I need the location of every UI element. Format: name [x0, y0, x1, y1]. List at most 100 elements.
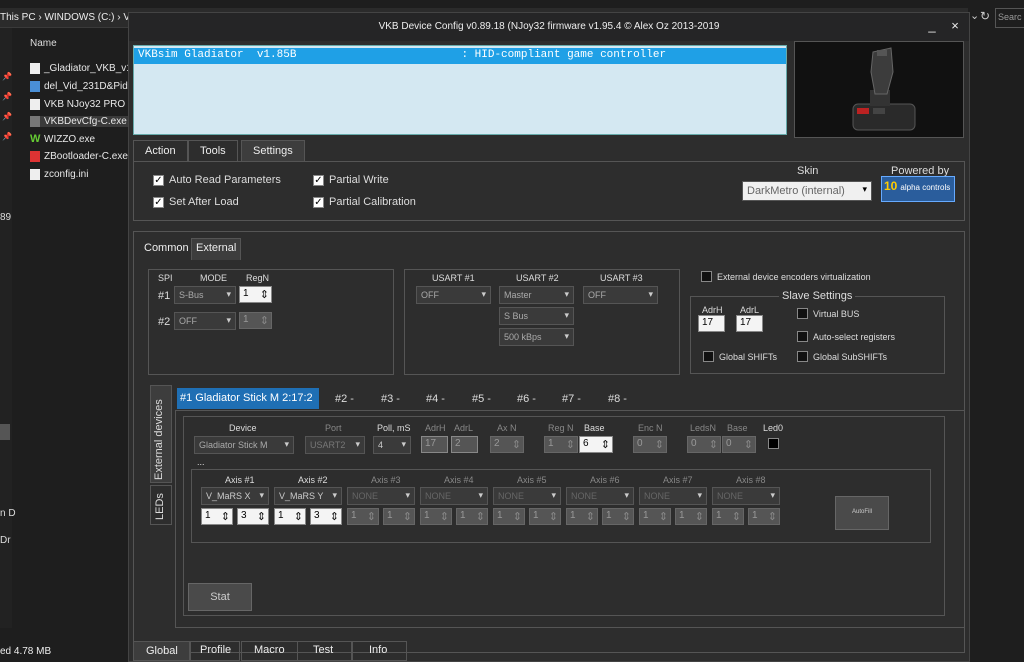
virtual-bus-checkbox[interactable]: Virtual BUS — [797, 308, 859, 319]
device-adrl-input[interactable]: 2 — [451, 436, 478, 453]
tab-action[interactable]: Action — [133, 140, 188, 162]
axis-spinner[interactable]: 1 — [748, 508, 780, 525]
axis-spinner[interactable]: 1 — [420, 508, 452, 525]
checkbox-unchecked[interactable] — [797, 351, 808, 362]
led0-checkbox[interactable] — [768, 438, 779, 449]
axis-spinner[interactable]: 1 — [201, 508, 233, 525]
partial-write-checkbox[interactable]: ✓ Partial Write — [313, 174, 389, 186]
device-tab-7[interactable]: #7 - — [562, 393, 581, 405]
axis-dropdown[interactable]: NONE — [639, 487, 707, 505]
usart3-dropdown[interactable]: OFF — [583, 286, 658, 304]
checkbox-unchecked[interactable] — [797, 331, 808, 342]
usart2-bus-dropdown[interactable]: S Bus — [499, 307, 574, 325]
axn-spinner[interactable]: 2 — [490, 436, 524, 453]
axis-spinner[interactable]: 1 — [456, 508, 488, 525]
ext-virtualization-checkbox[interactable]: External device encoders virtualization — [701, 271, 871, 282]
axis-spinner[interactable]: 3 — [310, 508, 342, 525]
file-item[interactable]: VKB NJoy32 PRO p — [30, 99, 130, 110]
minimize-button[interactable]: _ — [921, 17, 943, 35]
checkbox-unchecked[interactable] — [797, 308, 808, 319]
set-after-load-checkbox[interactable]: ✓ Set After Load — [153, 196, 239, 208]
device-adrh-input[interactable]: 17 — [421, 436, 448, 453]
axis-dropdown[interactable]: NONE — [712, 487, 780, 505]
axis-dropdown[interactable]: NONE — [566, 487, 634, 505]
column-header-name[interactable]: Name — [30, 38, 57, 49]
subtab-common[interactable]: Common — [140, 239, 193, 261]
global-shifts-checkbox[interactable]: Global SHIFTs — [703, 351, 777, 362]
device-tab-6[interactable]: #6 - — [517, 393, 536, 405]
axis-dropdown[interactable]: V_MaRS Y — [274, 487, 342, 505]
spi2-mode-dropdown[interactable]: OFF — [174, 312, 236, 330]
spi1-regn-spinner[interactable]: 1 — [239, 286, 272, 303]
axis-dropdown[interactable]: NONE — [420, 487, 488, 505]
side-tab-external-devices[interactable]: External devices — [150, 385, 172, 483]
bottom-tab-info[interactable]: Info — [352, 641, 407, 661]
checkbox-unchecked[interactable] — [703, 351, 714, 362]
tab-settings[interactable]: Settings — [241, 140, 305, 162]
file-item[interactable]: del_Vid_231D&Pid — [30, 81, 130, 92]
base2-spinner[interactable]: 0 — [722, 436, 756, 453]
skin-dropdown[interactable]: DarkMetro (internal) — [742, 181, 872, 201]
bottom-tab-profile[interactable]: Profile — [190, 641, 240, 661]
device-list[interactable]: VKBsim Gladiator v1.85B : HID-compliant … — [133, 45, 787, 135]
bottom-tab-global[interactable]: Global — [133, 641, 190, 661]
stat-button[interactable]: Stat — [188, 583, 252, 611]
partial-calibration-checkbox[interactable]: ✓ Partial Calibration — [313, 196, 416, 208]
axis-spinner[interactable]: 1 — [383, 508, 415, 525]
spi2-regn-spinner[interactable]: 1 — [239, 312, 272, 329]
axis-spinner[interactable]: 1 — [566, 508, 598, 525]
usart2-speed-dropdown[interactable]: 500 kBps — [499, 328, 574, 346]
checkbox-checked[interactable]: ✓ — [153, 174, 164, 186]
spi1-mode-dropdown[interactable]: S-Bus — [174, 286, 236, 304]
axis-dropdown[interactable]: NONE — [493, 487, 561, 505]
device-tab-8[interactable]: #8 - — [608, 393, 627, 405]
device-tab-3[interactable]: #3 - — [381, 393, 400, 405]
checkbox-checked[interactable]: ✓ — [313, 196, 324, 208]
regn-spinner[interactable]: 1 — [544, 436, 578, 453]
file-item[interactable]: zconfig.ini — [30, 169, 130, 180]
file-item[interactable]: ZBootloader-C.exe — [30, 151, 130, 162]
encn-spinner[interactable]: 0 — [633, 436, 667, 453]
device-tab-4[interactable]: #4 - — [426, 393, 445, 405]
bottom-tab-test[interactable]: Test — [297, 641, 352, 661]
search-input[interactable]: Searc — [995, 8, 1024, 28]
checkbox-checked[interactable]: ✓ — [313, 174, 324, 186]
side-tab-leds[interactable]: LEDs — [150, 485, 172, 525]
file-item-selected[interactable]: VKBDevCfg-C.exe — [30, 116, 130, 127]
port-dropdown[interactable]: USART2 — [305, 436, 365, 454]
device-tab-5[interactable]: #5 - — [472, 393, 491, 405]
file-item[interactable]: _Gladiator_VKB_v1 — [30, 63, 130, 74]
axis-spinner[interactable]: 1 — [602, 508, 634, 525]
poll-dropdown[interactable]: 4 — [373, 436, 411, 454]
device-tab-2[interactable]: #2 - — [335, 393, 354, 405]
axis-dropdown[interactable]: NONE — [347, 487, 415, 505]
tab-tools[interactable]: Tools — [188, 140, 238, 162]
slave-adrl-input[interactable]: 17 — [736, 315, 763, 332]
axis-spinner[interactable]: 1 — [675, 508, 707, 525]
close-button[interactable]: × — [944, 17, 966, 35]
axis-spinner[interactable]: 1 — [347, 508, 379, 525]
device-row[interactable]: VKBsim Gladiator v1.85B : HID-compliant … — [134, 48, 786, 64]
file-item[interactable]: W WIZZO.exe — [30, 134, 130, 145]
usart2-dropdown[interactable]: Master — [499, 286, 574, 304]
auto-select-checkbox[interactable]: Auto-select registers — [797, 331, 895, 342]
bottom-tab-macro[interactable]: Macro — [241, 641, 298, 661]
global-subshifts-checkbox[interactable]: Global SubSHIFTs — [797, 351, 887, 362]
subtab-external[interactable]: External — [191, 238, 242, 260]
slave-adrh-input[interactable]: 17 — [698, 315, 725, 332]
checkbox-checked[interactable]: ✓ — [153, 196, 164, 208]
axis-spinner[interactable]: 1 — [712, 508, 744, 525]
usart1-dropdown[interactable]: OFF — [416, 286, 491, 304]
refresh-icon[interactable]: ↻ — [980, 9, 990, 23]
checkbox-unchecked[interactable] — [701, 271, 712, 282]
base-spinner[interactable]: 6 — [579, 436, 613, 453]
axis-spinner[interactable]: 3 — [237, 508, 269, 525]
axis-spinner[interactable]: 1 — [639, 508, 671, 525]
axis-spinner[interactable]: 1 — [274, 508, 306, 525]
axis-dropdown[interactable]: V_MaRS X — [201, 487, 269, 505]
auto-read-checkbox[interactable]: ✓ Auto Read Parameters — [153, 174, 281, 186]
chevron-down-icon[interactable]: ⌄ — [970, 9, 979, 22]
axis-spinner[interactable]: 1 — [529, 508, 561, 525]
device-type-dropdown[interactable]: Gladiator Stick M — [194, 436, 294, 454]
autofill-button[interactable]: AutoFill — [835, 496, 889, 530]
